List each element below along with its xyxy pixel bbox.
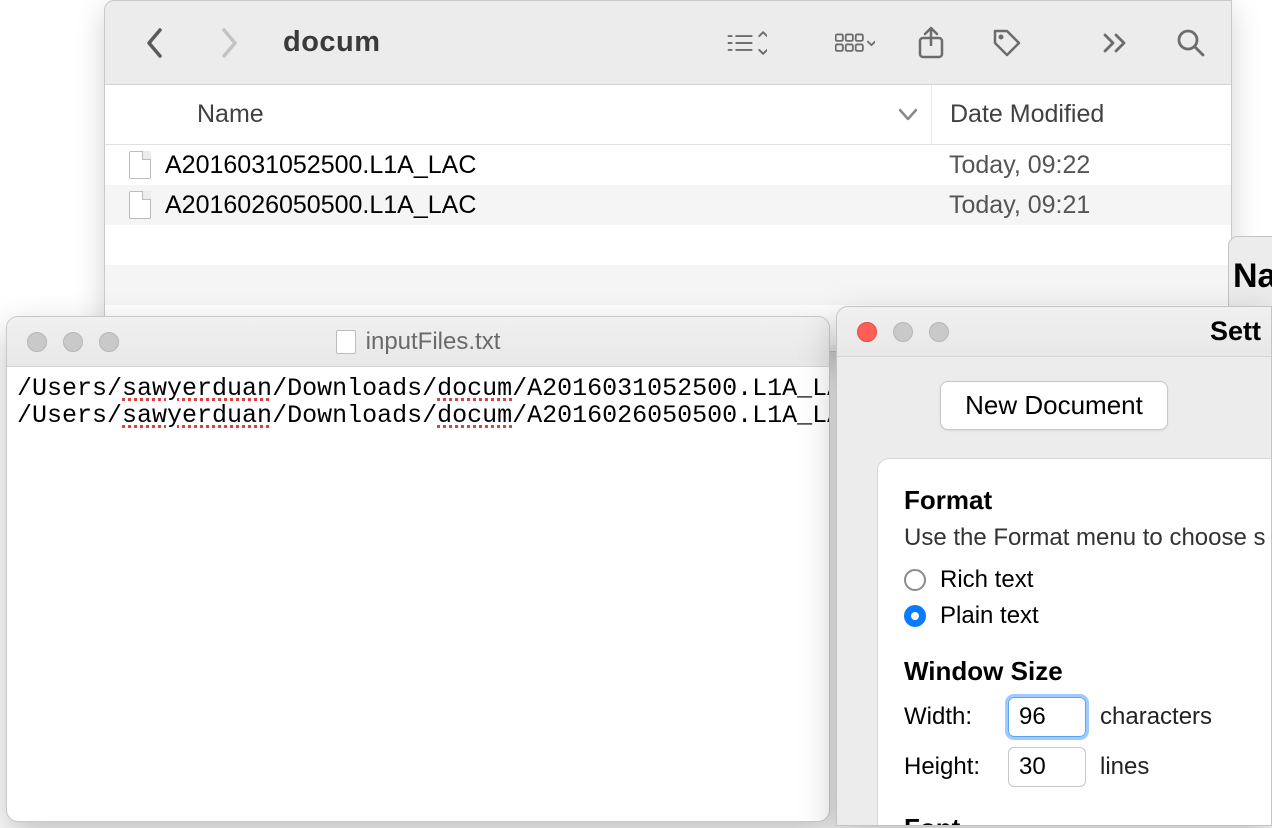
file-row[interactable]: A2016031052500.L1A_LAC Today, 09:22 [105,145,1231,185]
finder-toolbar: docum [105,1,1231,85]
height-unit: lines [1100,753,1149,781]
finder-columns: Name Date Modified [105,85,1231,145]
file-date: Today, 09:21 [931,191,1231,220]
textedit-window: inputFiles.txt /Users/sawyerduan/Downloa… [6,316,830,822]
overflow-button[interactable] [1095,23,1135,63]
font-heading: Font [904,813,1272,826]
zoom-icon[interactable] [929,322,949,342]
width-input[interactable] [1008,697,1086,737]
minimize-icon[interactable] [63,332,83,352]
finder-title: docum [283,26,381,59]
format-hint: Use the Format menu to choose s [904,524,1272,552]
forward-button[interactable] [209,23,249,63]
column-name[interactable]: Name [105,100,885,129]
column-date[interactable]: Date Modified [931,85,1231,144]
textedit-title: inputFiles.txt [366,328,501,356]
settings-panel: Format Use the Format menu to choose s R… [877,458,1272,826]
file-icon [105,191,165,219]
height-input[interactable] [1008,747,1086,787]
radio-label: Plain text [940,602,1039,630]
finder-window: docum [104,0,1232,352]
close-icon[interactable] [27,332,47,352]
view-list-button[interactable] [727,23,767,63]
close-icon[interactable] [857,322,877,342]
minimize-icon[interactable] [893,322,913,342]
radio-plain[interactable]: Plain text [904,602,1272,630]
settings-title: Sett [1210,316,1261,347]
zoom-icon[interactable] [99,332,119,352]
textedit-body[interactable]: /Users/sawyerduan/Downloads/docum/A20160… [7,367,829,437]
sort-chevron-icon[interactable] [885,108,931,122]
back-button[interactable] [135,23,175,63]
group-button[interactable] [835,23,875,63]
search-button[interactable] [1171,23,1211,63]
document-icon [336,330,356,354]
height-label: Height: [904,753,994,781]
tab-new-document[interactable]: New Document [940,381,1168,430]
width-label: Width: [904,703,994,731]
settings-window: Sett New Document Format Use the Format … [836,306,1272,826]
peek-label: Na [1233,257,1272,296]
format-heading: Format [904,485,1272,516]
radio-label: Rich text [940,566,1033,594]
textedit-titlebar[interactable]: inputFiles.txt [7,317,829,367]
tag-button[interactable] [987,23,1027,63]
file-row[interactable]: A2016026050500.L1A_LAC Today, 09:21 [105,185,1231,225]
radio-icon [904,569,926,591]
window-size-heading: Window Size [904,656,1272,687]
file-icon [105,151,165,179]
width-unit: characters [1100,703,1212,731]
peek-window: Na [1228,236,1272,316]
settings-titlebar[interactable]: Sett [837,307,1271,357]
file-name: A2016026050500.L1A_LAC [165,191,931,220]
radio-icon [904,605,926,627]
file-date: Today, 09:22 [931,151,1231,180]
share-button[interactable] [911,23,951,63]
file-name: A2016031052500.L1A_LAC [165,151,931,180]
radio-rich[interactable]: Rich text [904,566,1272,594]
